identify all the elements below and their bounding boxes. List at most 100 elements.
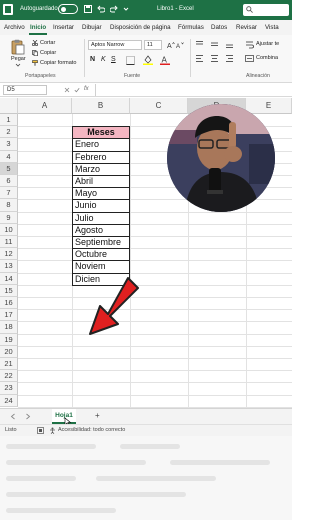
- month-cell[interactable]: Junio: [72, 199, 130, 213]
- row-header[interactable]: 6: [0, 175, 18, 188]
- next-sheet-icon[interactable]: [25, 413, 31, 420]
- customize-toolbar-icon[interactable]: [122, 5, 130, 13]
- copy-label[interactable]: Copiar: [40, 50, 56, 56]
- macro-recording-icon[interactable]: [37, 427, 44, 434]
- row-header[interactable]: 12: [0, 248, 18, 261]
- name-box[interactable]: D5: [3, 85, 47, 95]
- meses-header-cell[interactable]: Meses: [72, 126, 130, 140]
- webcam-overlay: [167, 104, 275, 212]
- row-header[interactable]: 22: [0, 370, 18, 383]
- undo-icon[interactable]: [97, 5, 105, 13]
- row-header[interactable]: 9: [0, 211, 18, 224]
- row-header[interactable]: 16: [0, 297, 18, 310]
- column-header-a[interactable]: A: [18, 98, 72, 114]
- blurred-placeholder: [120, 444, 180, 449]
- gridline-row: [18, 272, 292, 274]
- column-header-e[interactable]: E: [246, 98, 292, 114]
- row-header[interactable]: 14: [0, 272, 18, 285]
- presenter-video: [167, 104, 275, 212]
- sheet-tab-bar: Hoja1 +: [0, 408, 292, 427]
- tab-revisar[interactable]: Revisar: [236, 24, 257, 31]
- search-box[interactable]: [243, 4, 289, 16]
- row-header[interactable]: 19: [0, 333, 18, 346]
- copy-icon[interactable]: [32, 50, 38, 56]
- wrap-text-icon[interactable]: [245, 40, 254, 49]
- tab-vista[interactable]: Vista: [265, 24, 279, 31]
- tab-formulas[interactable]: Fórmulas: [178, 24, 204, 31]
- row-header[interactable]: 23: [0, 382, 18, 395]
- prev-sheet-icon[interactable]: [10, 413, 16, 420]
- ribbon-separator: [84, 39, 85, 77]
- blurred-placeholder: [6, 444, 96, 449]
- format-painter-icon[interactable]: [32, 60, 38, 66]
- select-all-corner[interactable]: [0, 98, 18, 114]
- row-header[interactable]: 17: [0, 309, 18, 322]
- row-header[interactable]: 7: [0, 187, 18, 200]
- month-cell[interactable]: Febrero: [72, 150, 130, 164]
- accessibility-icon[interactable]: [49, 427, 56, 434]
- column-header-c[interactable]: C: [130, 98, 188, 114]
- month-cell[interactable]: Noviem: [72, 260, 130, 274]
- increase-font-icon[interactable]: A: [167, 41, 175, 49]
- merge-center-icon[interactable]: [245, 54, 254, 63]
- font-color-icon[interactable]: A: [160, 55, 170, 65]
- cancel-entry-icon[interactable]: [64, 87, 70, 93]
- decrease-font-icon[interactable]: A: [176, 41, 184, 49]
- autosave-toggle[interactable]: [58, 4, 78, 14]
- row-header[interactable]: 8: [0, 199, 18, 212]
- blurred-placeholder: [96, 476, 216, 481]
- font-size-dropdown[interactable]: 11: [144, 40, 162, 50]
- row-header[interactable]: 13: [0, 260, 18, 273]
- wrap-text-label[interactable]: Ajustar te: [256, 41, 279, 47]
- cut-icon[interactable]: [32, 40, 38, 46]
- tab-archivo[interactable]: Archivo: [4, 24, 25, 31]
- merge-center-label[interactable]: Combina: [256, 55, 278, 61]
- row-header[interactable]: 24: [0, 394, 18, 407]
- tab-inicio[interactable]: Inicio: [30, 24, 46, 31]
- format-painter-label[interactable]: Copiar formato: [40, 60, 76, 66]
- borders-icon[interactable]: [126, 56, 135, 65]
- row-header[interactable]: 10: [0, 223, 18, 236]
- row-header[interactable]: 15: [0, 284, 18, 297]
- redo-icon[interactable]: [110, 5, 118, 13]
- row-header[interactable]: 4: [0, 150, 18, 163]
- row-header[interactable]: 18: [0, 321, 18, 334]
- gridline-row: [18, 382, 292, 384]
- tab-datos[interactable]: Datos: [211, 24, 227, 31]
- gridline-row: [18, 236, 292, 237]
- cut-label[interactable]: Cortar: [40, 40, 55, 46]
- tab-insertar[interactable]: Insertar: [53, 24, 74, 31]
- row-header[interactable]: 1: [0, 114, 18, 127]
- month-cell[interactable]: Marzo: [72, 162, 130, 176]
- month-cell[interactable]: Mayo: [72, 187, 130, 201]
- row-header[interactable]: 20: [0, 345, 18, 358]
- horizontal-align-icons[interactable]: [195, 54, 239, 63]
- save-icon[interactable]: [84, 5, 92, 13]
- month-cell[interactable]: Enero: [72, 138, 130, 152]
- tab-dibujar[interactable]: Dibujar: [82, 24, 102, 31]
- add-sheet-button[interactable]: +: [95, 411, 100, 420]
- month-cell[interactable]: Agosto: [72, 223, 130, 237]
- month-cell[interactable]: Julio: [72, 211, 130, 225]
- row-header[interactable]: 3: [0, 138, 18, 151]
- paste-dropdown-icon[interactable]: [15, 63, 21, 67]
- row-header[interactable]: 21: [0, 358, 18, 371]
- month-cell[interactable]: Octubre: [72, 248, 130, 262]
- italic-button[interactable]: K: [101, 56, 106, 63]
- row-header[interactable]: 11: [0, 236, 18, 249]
- confirm-entry-icon[interactable]: [74, 87, 80, 93]
- fill-color-icon[interactable]: [143, 55, 153, 65]
- row-header[interactable]: 5: [0, 162, 18, 175]
- bold-button[interactable]: N: [90, 56, 95, 63]
- paste-label[interactable]: Pegar: [11, 56, 26, 62]
- font-name-dropdown[interactable]: Aptos Narrow: [88, 40, 142, 50]
- paste-icon[interactable]: [11, 39, 25, 55]
- insert-function-button[interactable]: fx: [84, 86, 89, 92]
- underline-button[interactable]: S: [111, 56, 116, 63]
- accessibility-status[interactable]: Accesibilidad: todo correcto: [58, 427, 125, 433]
- vertical-align-icons[interactable]: [195, 40, 239, 49]
- row-header[interactable]: 2: [0, 126, 18, 139]
- column-header-b[interactable]: B: [72, 98, 130, 114]
- svg-text:A: A: [167, 43, 172, 49]
- tab-disposicion-pagina[interactable]: Disposición de página: [110, 24, 171, 31]
